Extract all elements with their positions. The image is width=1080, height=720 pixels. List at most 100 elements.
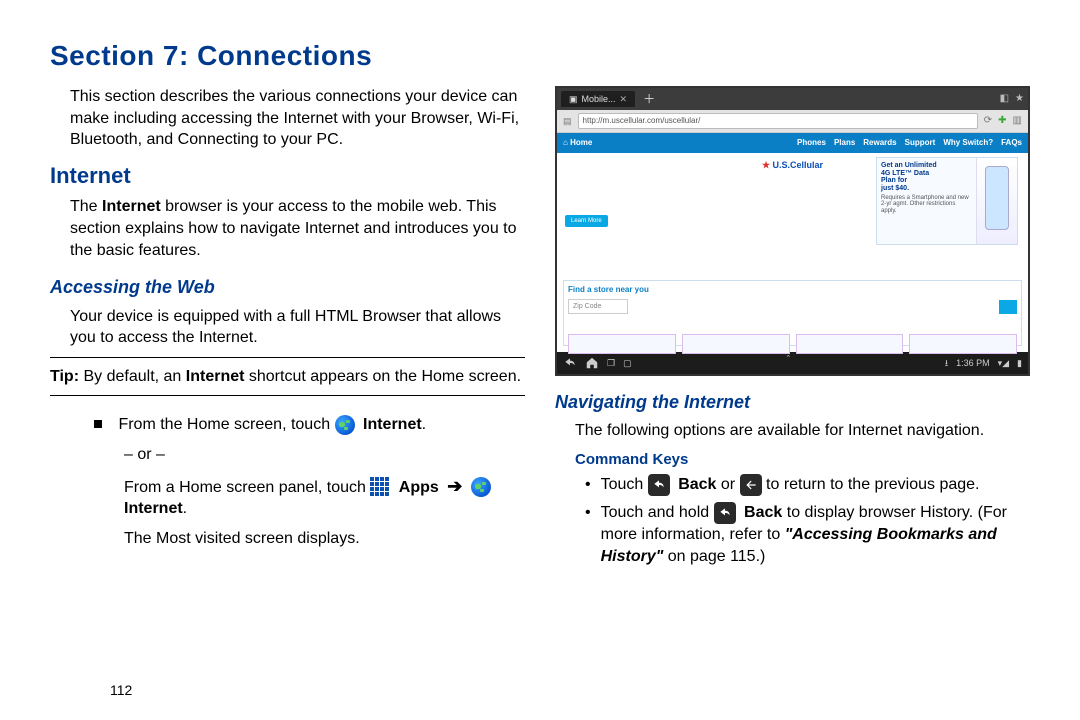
right-column: ▣ Mobile... ✕ ＋ ◧ ★ ▤ http://m.uscellula… — [555, 86, 1030, 573]
browser-tab: ▣ Mobile... ✕ — [561, 91, 635, 107]
nav-link: Support — [905, 138, 936, 149]
heading-accessing-web: Accessing the Web — [50, 275, 525, 299]
browser-screenshot: ▣ Mobile... ✕ ＋ ◧ ★ ▤ http://m.uscellula… — [555, 86, 1030, 376]
url-field: http://m.uscellular.com/uscellular/ — [578, 113, 978, 129]
text: From a Home screen panel, touch — [124, 479, 370, 496]
text-bold: Internet — [186, 368, 245, 385]
text-bold: Back — [744, 504, 782, 521]
text-bold: Internet — [363, 416, 422, 433]
clock-text: 1:36 PM — [956, 357, 990, 369]
promo-banner: Get an Unlimited 4G LTE™ Data Plan for j… — [876, 157, 1018, 245]
find-title: Find a store near you — [568, 285, 1017, 296]
find-store-box: Find a store near you Zip Code — [563, 280, 1022, 346]
promo-subtext: Requires a Smartphone and new 2-yr agmt.… — [881, 195, 972, 215]
tab-label: Mobile... — [582, 93, 616, 105]
back-curve-icon — [648, 474, 670, 496]
step-from-home: From the Home screen, touch Internet. — [94, 414, 525, 436]
text: . — [422, 416, 426, 433]
text: shortcut appears on the Home screen. — [244, 368, 521, 385]
nav-link: FAQs — [1001, 138, 1022, 149]
close-tab-icon: ✕ — [620, 93, 628, 105]
or-text: – or – — [124, 444, 525, 466]
text: on page 115.) — [668, 548, 766, 565]
apps-grid-icon — [370, 477, 390, 497]
promo-text: Get an Unlimited — [881, 162, 972, 170]
heading-navigating: Navigating the Internet — [555, 390, 1030, 414]
square-bullet-icon — [94, 420, 102, 428]
heading-command-keys: Command Keys — [575, 450, 1030, 470]
separator — [50, 395, 525, 396]
recent-icon: ❐ — [607, 357, 615, 369]
text: . — [183, 500, 187, 517]
thumbnail — [909, 334, 1017, 354]
phone-image — [976, 158, 1017, 244]
navigating-intro: The following options are available for … — [575, 420, 1030, 442]
internet-globe-icon — [471, 477, 491, 497]
bullet-item: • Touch and hold Back to display browser… — [585, 502, 1030, 567]
back-curve-icon — [714, 502, 736, 524]
text: Touch and hold — [601, 504, 714, 521]
text: By default, an — [79, 368, 186, 385]
caret-up-icon: ＾ — [783, 356, 793, 370]
bullet-item: • Touch Back or to return to the previou… — [585, 474, 1030, 496]
separator — [50, 357, 525, 358]
nav-link: Rewards — [863, 138, 896, 149]
text: From the Home screen, touch — [118, 416, 334, 433]
star-icon: ★ — [1015, 92, 1024, 106]
thumbnail — [682, 334, 790, 354]
back-arrow-icon — [740, 474, 762, 496]
site-nav: ⌂ Home Phones Plans Rewards Support Why … — [557, 133, 1028, 153]
arrow-icon: ➔ — [447, 476, 462, 496]
page-content: ★ U.S.Cellular Get an Unlimited 4G LTE™ … — [557, 153, 1028, 352]
section-title: Section 7: Connections — [50, 40, 1030, 72]
text: Touch — [601, 476, 648, 493]
heading-internet: Internet — [50, 161, 525, 191]
bullet-icon: • — [585, 502, 591, 524]
text-bold: Internet — [124, 500, 183, 517]
go-button — [999, 300, 1017, 314]
page-icon: ▤ — [563, 115, 572, 127]
promo-text: Plan for — [881, 177, 972, 185]
back-icon — [563, 356, 577, 370]
wifi-icon: ▾◢ — [998, 357, 1009, 369]
bookmark-add-icon: ✚ — [998, 114, 1006, 128]
nav-link: Plans — [834, 138, 855, 149]
text-bold: Internet — [102, 198, 161, 215]
intro-paragraph: This section describes the various conne… — [70, 86, 525, 151]
favicon-icon: ▣ — [569, 93, 578, 105]
url-text: http://m.uscellular.com/uscellular/ — [583, 116, 701, 127]
internet-paragraph: The Internet browser is your access to t… — [70, 196, 525, 261]
url-bar: ▤ http://m.uscellular.com/uscellular/ ⟳ … — [557, 110, 1028, 133]
learn-more-button: Learn More — [565, 215, 608, 227]
bookmarks-icon: ▥ — [1013, 114, 1022, 128]
nav-home: ⌂ Home — [563, 138, 592, 149]
download-icon: ⭳ — [945, 357, 948, 369]
promo-text: 4G LTE™ Data — [881, 170, 972, 178]
text-bold: Back — [678, 476, 716, 493]
window-icon: ◧ — [1000, 92, 1009, 106]
thumbnail — [568, 334, 676, 354]
bullet-icon: • — [585, 474, 591, 496]
step-from-panel: From a Home screen panel, touch Apps ➔ I… — [124, 474, 525, 520]
text: or — [721, 476, 740, 493]
text: The — [70, 198, 102, 215]
screenshot-icon: ▢ — [623, 357, 632, 369]
step-result: The Most visited screen displays. — [124, 528, 525, 550]
internet-globe-icon — [335, 415, 355, 435]
tab-bar: ▣ Mobile... ✕ ＋ ◧ ★ — [557, 88, 1028, 110]
battery-icon: ▮ — [1017, 357, 1022, 369]
zip-input: Zip Code — [568, 299, 628, 314]
nav-link: Why Switch? — [943, 138, 993, 149]
refresh-icon: ⟳ — [984, 114, 992, 128]
system-bar: ❐ ▢ ＾ ⭳ 1:36 PM ▾◢ ▮ — [557, 352, 1028, 374]
page-number: 112 — [110, 682, 132, 698]
promo-text: just $40. — [881, 185, 972, 193]
accessing-paragraph: Your device is equipped with a full HTML… — [70, 306, 525, 349]
text: to return to the previous page. — [766, 476, 979, 493]
new-tab-icon: ＋ — [639, 91, 659, 107]
thumbnail — [796, 334, 904, 354]
text-bold: Apps — [399, 479, 439, 496]
nav-link: Phones — [797, 138, 826, 149]
left-column: This section describes the various conne… — [50, 86, 525, 573]
tip-label: Tip: — [50, 368, 79, 385]
